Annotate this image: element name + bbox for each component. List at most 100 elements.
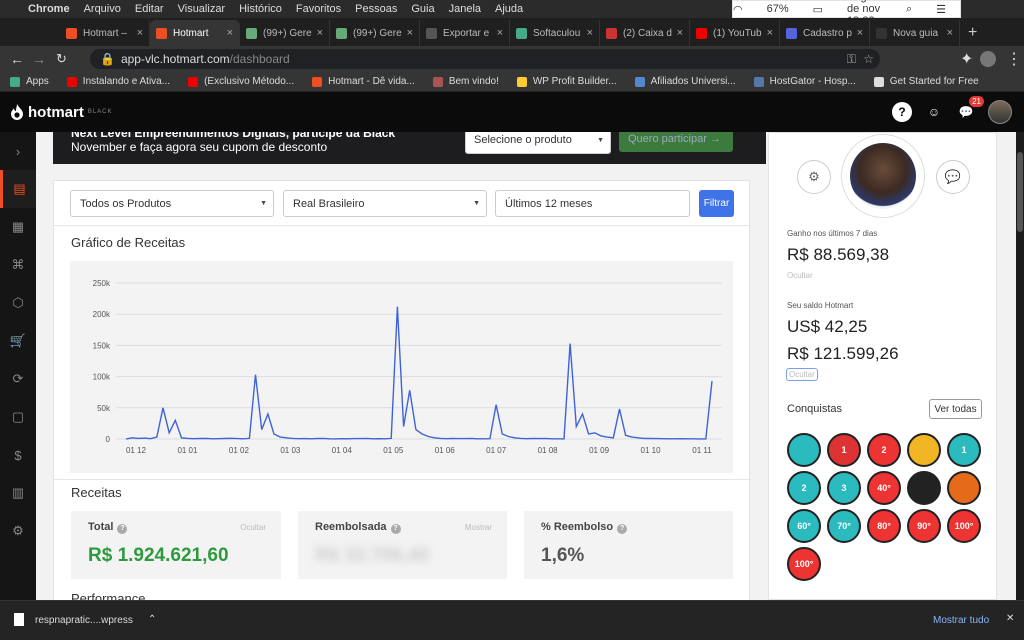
achievement-medal[interactable]: 1 <box>827 433 861 467</box>
close-icon[interactable]: × <box>497 27 503 39</box>
achievement-medal[interactable]: 60° <box>787 509 821 543</box>
bookmark-item[interactable]: Bem vindo! <box>432 76 499 87</box>
forward-icon[interactable]: → <box>32 51 46 67</box>
download-filename[interactable]: respnapratic....wpress <box>35 615 133 626</box>
hide-balance-link[interactable]: Ocultar <box>786 368 818 381</box>
show-all-button[interactable]: Mostrar tudo <box>933 615 989 626</box>
help-icon[interactable]: ? <box>892 102 912 122</box>
bookmark-item[interactable]: HostGator - Hosp... <box>753 76 856 87</box>
bookmark-item[interactable]: WP Profit Builder... <box>516 76 617 87</box>
achievement-medal[interactable]: 70° <box>827 509 861 543</box>
menu-tab[interactable]: Guia <box>411 3 434 15</box>
achievement-medal[interactable]: 100° <box>787 547 821 581</box>
achievement-medal[interactable]: 100° <box>947 509 981 543</box>
battery-icon[interactable]: ▭ <box>813 3 823 16</box>
close-icon[interactable]: × <box>947 27 953 39</box>
address-bar[interactable]: 🔒 app-vlc.hotmart.com/dashboard ⚿ ☆ <box>90 49 880 69</box>
close-icon[interactable]: ✕ <box>1006 613 1014 624</box>
browser-tab[interactable]: Nova guia × <box>870 20 960 46</box>
achievement-medal[interactable] <box>907 433 941 467</box>
star-icon[interactable]: ☆ <box>863 52 874 66</box>
new-tab-icon[interactable]: + <box>968 24 977 42</box>
chevron-up-icon[interactable]: ⌃ <box>148 614 156 625</box>
back-icon[interactable]: ← <box>10 51 24 67</box>
key-icon[interactable]: ⚿ <box>847 52 856 67</box>
achievement-medal[interactable] <box>907 471 941 505</box>
reports-icon[interactable]: ▥ <box>0 474 36 512</box>
achievement-medal[interactable]: 80° <box>867 509 901 543</box>
achievement-medal[interactable] <box>947 471 981 505</box>
close-icon[interactable]: × <box>227 27 233 39</box>
achievement-medal[interactable]: 40° <box>867 471 901 505</box>
menu-help[interactable]: Ajuda <box>495 3 523 15</box>
dashboard-icon[interactable]: ▤ <box>0 170 36 208</box>
see-all-button[interactable]: Ver todas <box>929 399 982 419</box>
achievement-medal[interactable]: 90° <box>907 509 941 543</box>
search-icon[interactable]: ⌕ <box>906 3 912 16</box>
expand-icon[interactable]: › <box>0 132 36 170</box>
extensions-icon[interactable]: ✦ <box>960 49 973 69</box>
profile-icon[interactable] <box>980 51 996 67</box>
menu-history[interactable]: Histórico <box>239 3 282 15</box>
hide-total-link[interactable]: Ocultar <box>240 523 266 532</box>
community-icon[interactable]: ☺ <box>924 102 944 122</box>
product-filter-select[interactable]: Todos os Produtos ▼ <box>70 190 274 217</box>
browser-tab[interactable]: Cadastro p × <box>780 20 870 46</box>
banner-product-select[interactable]: Selecione o produto ▼ <box>465 132 611 154</box>
menu-icon[interactable]: ☰ <box>936 3 946 16</box>
close-icon[interactable]: × <box>317 27 323 39</box>
close-icon[interactable]: × <box>767 27 773 39</box>
filter-button[interactable]: Filtrar <box>699 190 734 217</box>
browser-tab[interactable]: Hotmart – × <box>60 20 150 46</box>
menu-window[interactable]: Janela <box>449 3 481 15</box>
menu-people[interactable]: Pessoas <box>355 3 397 15</box>
show-refund-link[interactable]: Mostrar <box>465 523 492 532</box>
close-icon[interactable]: × <box>857 27 863 39</box>
achievement-medal[interactable]: 1 <box>947 433 981 467</box>
hotmart-logo[interactable]: hotmart BLACK <box>10 104 113 121</box>
affiliates-icon[interactable]: ⌘ <box>0 246 36 284</box>
avatar[interactable] <box>988 100 1012 124</box>
wifi-icon[interactable]: ◠ <box>733 3 743 16</box>
subscriptions-icon[interactable]: ⟳ <box>0 360 36 398</box>
browser-tab[interactable]: Hotmart × <box>150 20 240 46</box>
kebab-menu-icon[interactable]: ⋮ <box>1006 49 1022 69</box>
page-scrollbar[interactable] <box>1016 132 1024 600</box>
bookmark-item[interactable]: Hotmart - Dê vida... <box>312 76 415 87</box>
participate-button[interactable]: Quero participar → <box>619 132 733 152</box>
bookmark-item[interactable]: Afiliados Universi... <box>634 76 736 87</box>
chat-bubble-icon[interactable]: 💬 <box>936 160 970 194</box>
currency-filter-select[interactable]: Real Brasileiro ▼ <box>283 190 487 217</box>
cart-icon[interactable]: 🛒 <box>0 322 36 360</box>
close-icon[interactable]: × <box>137 27 143 39</box>
menu-edit[interactable]: Editar <box>135 3 164 15</box>
period-filter-input[interactable]: Últimos 12 meses <box>495 190 690 217</box>
bookmark-item[interactable]: Instalando e Ativa... <box>66 76 170 87</box>
close-icon[interactable]: × <box>407 27 413 39</box>
browser-tab[interactable]: (2) Caixa d × <box>600 20 690 46</box>
bookmark-item[interactable]: Apps <box>10 76 49 87</box>
profile-photo[interactable] <box>841 134 925 218</box>
bookmark-item[interactable]: Get Started for Free <box>873 76 979 87</box>
hide-earnings-link[interactable]: Ocultar <box>787 271 813 280</box>
menu-view[interactable]: Visualizar <box>178 3 226 15</box>
browser-tab[interactable]: (99+) Gere × <box>240 20 330 46</box>
grid-icon[interactable]: ▦ <box>0 208 36 246</box>
browser-tab[interactable]: Exportar e × <box>420 20 510 46</box>
achievement-medal[interactable] <box>787 433 821 467</box>
reload-icon[interactable]: ↻ <box>56 51 67 67</box>
help-icon[interactable]: ? <box>390 524 401 534</box>
user-settings-icon[interactable]: ⚙ <box>797 160 831 194</box>
menu-file[interactable]: Arquivo <box>84 3 121 15</box>
achievement-medal[interactable]: 2 <box>867 433 901 467</box>
close-icon[interactable]: × <box>587 27 593 39</box>
help-icon[interactable]: ? <box>617 524 628 534</box>
browser-tab[interactable]: (99+) Gere × <box>330 20 420 46</box>
finance-icon[interactable]: $ <box>0 436 36 474</box>
battery-percent[interactable]: 67% <box>767 3 789 15</box>
chat-icon[interactable]: 💬 21 <box>956 96 984 122</box>
settings-icon[interactable]: ⚙ <box>0 512 36 550</box>
close-icon[interactable]: × <box>677 27 683 39</box>
menu-bookmarks[interactable]: Favoritos <box>296 3 341 15</box>
bookmark-item[interactable]: (Exclusivo Método... <box>188 76 294 87</box>
